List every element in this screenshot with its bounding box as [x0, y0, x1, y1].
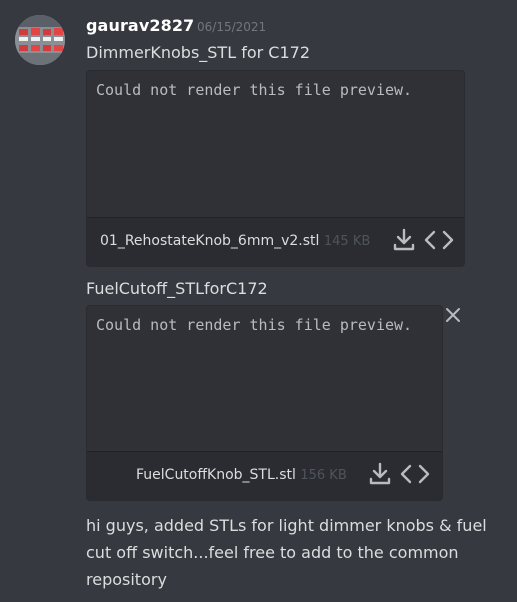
timestamp: 06/15/2021 — [197, 20, 267, 34]
close-icon[interactable] — [445, 307, 461, 327]
download-icon[interactable] — [369, 462, 391, 490]
file-name-row: 01_RehostateKnob_6mm_v2.stl 145 KB — [100, 233, 370, 249]
file-size: 145 KB — [323, 234, 371, 249]
preview-text: Could not render this file preview. — [96, 316, 413, 334]
file-attachment-2: Could not render this file preview. Fuel… — [86, 305, 443, 501]
code-view-icon[interactable] — [424, 229, 454, 255]
avatar[interactable] — [15, 15, 65, 65]
download-icon[interactable] — [393, 228, 415, 256]
file-name-row: FuelCutoffKnob_STL.stl 156 KB — [136, 467, 347, 483]
file-size: 156 KB — [300, 468, 347, 483]
message-title-1: DimmerKnobs_STL for C172 — [86, 43, 310, 62]
attachment-footer: FuelCutoffKnob_STL.stl 156 KB — [87, 451, 442, 500]
code-view-icon[interactable] — [400, 463, 430, 489]
preview-text: Could not render this file preview. — [96, 81, 413, 99]
file-name-link[interactable]: FuelCutoffKnob_STL.stl — [136, 467, 296, 483]
avatar-image — [15, 15, 65, 65]
attachment-footer: 01_RehostateKnob_6mm_v2.stl 145 KB — [87, 217, 464, 266]
message-body: hi guys, added STLs for light dimmer kno… — [86, 516, 487, 589]
file-attachment-1: Could not render this file preview. 01_R… — [86, 70, 465, 267]
message-title-2: FuelCutoff_STLforC172 — [86, 279, 268, 298]
username[interactable]: gaurav2827 — [86, 16, 194, 35]
file-name-link[interactable]: 01_RehostateKnob_6mm_v2.stl — [100, 233, 319, 249]
